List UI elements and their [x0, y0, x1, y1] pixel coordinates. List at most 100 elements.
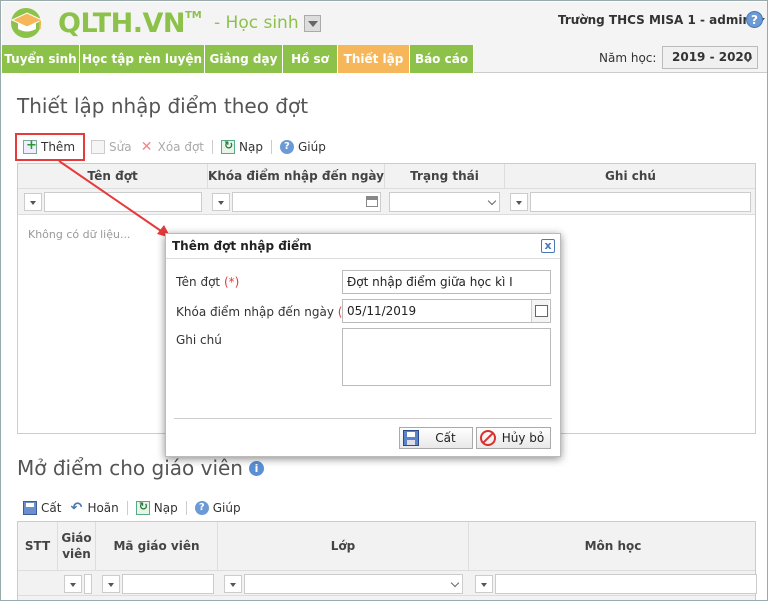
filter-status-select[interactable] [389, 192, 500, 212]
add-period-dialog: Thêm đợt nhập điểm x Tên đợt (*) Đợt nhậ… [165, 233, 561, 457]
cancel-label: Hủy bỏ [501, 431, 545, 445]
save-button[interactable]: Cất [19, 497, 65, 519]
filter-operator-button[interactable] [102, 575, 120, 593]
toolbar-teachers: Cất ↶ Hoãn Nạp ? Giúp [19, 497, 245, 519]
empty-message: Không có dữ liệu... [28, 228, 131, 241]
user-menu[interactable]: Trường THCS MISA 1 - admin [558, 13, 766, 27]
filter-input[interactable] [495, 574, 757, 594]
reload-icon [135, 500, 150, 515]
delete-button[interactable]: ✕ Xóa đợt [136, 136, 208, 158]
toolbar-divider [212, 140, 213, 154]
app-window: QLTH.VN TM - Học sinh Trường THCS MISA 1… [0, 0, 768, 601]
filter-operator-button[interactable] [24, 193, 42, 211]
period-name-label: Tên đợt (*) [176, 275, 239, 289]
filter-class-select[interactable] [244, 574, 463, 594]
nav-item-tuyen-sinh[interactable]: Tuyển sinh [2, 45, 80, 73]
edit-button[interactable]: Sửa [87, 136, 136, 158]
highlight-annotation [15, 133, 85, 161]
lock-date-label-text: Khóa điểm nhập đến ngày [176, 305, 334, 319]
filter-operator-button[interactable] [475, 575, 493, 593]
filter-row [18, 189, 755, 215]
dialog-title-text: Thêm đợt nhập điểm [172, 239, 312, 253]
page-title: Thiết lập nhập điểm theo đợt [17, 94, 309, 118]
chevron-down-icon[interactable] [303, 14, 321, 32]
column-header[interactable]: Giáo viên [58, 522, 96, 570]
calendar-icon[interactable] [366, 196, 378, 207]
nav-item-thiet-lap[interactable]: Thiết lập [338, 45, 410, 73]
note-textarea[interactable] [342, 328, 551, 386]
undo-button[interactable]: ↶ Hoãn [65, 497, 122, 519]
filter-input[interactable] [84, 574, 92, 594]
nav-item-giang-day[interactable]: Giảng dạy [205, 45, 283, 73]
main-nav: Tuyển sinh Học tập rèn luyện Giảng dạy H… [2, 44, 767, 73]
toolbar-divider [270, 140, 272, 154]
lock-date-value: 05/11/2019 [347, 304, 417, 318]
undo-icon: ↶ [70, 500, 83, 516]
calendar-icon[interactable] [531, 300, 549, 322]
school-year-select[interactable]: 2019 - 2020 [662, 46, 758, 69]
column-header[interactable]: STT [18, 522, 58, 570]
toolbar-divider [185, 501, 187, 515]
chevron-down-icon [450, 578, 460, 588]
year-label: Năm học: [599, 51, 657, 65]
section-title: Mở điểm cho giáo viên i [17, 456, 264, 480]
reload-label: Nạp [153, 501, 178, 515]
module-selector[interactable]: - Học sinh [214, 13, 321, 33]
teachers-grid: STT Giáo viên Mã giáo viên Lớp Môn học [17, 521, 757, 600]
period-name-label-text: Tên đợt [176, 275, 221, 289]
nav-item-ho-so[interactable]: Hồ sơ [283, 45, 338, 73]
delete-label: Xóa đợt [157, 140, 204, 154]
help-icon[interactable]: ? [746, 11, 763, 28]
column-header[interactable]: Tên đợt [18, 164, 208, 189]
filter-operator-button[interactable] [212, 193, 230, 211]
lock-date-label: Khóa điểm nhập đến ngày (*) [176, 305, 353, 319]
help-button[interactable]: ? Giúp [191, 497, 245, 519]
period-name-field[interactable]: Đợt nhập điểm giữa học kì I [342, 270, 551, 294]
grid-header: Tên đợt Khóa điểm nhập đến ngày Trạng th… [18, 164, 755, 189]
save-label: Cất [41, 501, 62, 515]
school-user-label: Trường THCS MISA 1 - admin [558, 13, 752, 27]
column-header[interactable]: Khóa điểm nhập đến ngày [208, 164, 385, 189]
column-header[interactable]: Trạng thái [385, 164, 505, 189]
filter-operator-button[interactable] [224, 575, 242, 593]
reload-button[interactable]: Nạp [217, 136, 267, 158]
save-button[interactable]: Cất [399, 427, 473, 449]
filter-input[interactable] [122, 574, 214, 594]
toolbar-divider [126, 501, 128, 515]
trademark-mark: TM [184, 9, 202, 21]
filter-input[interactable] [44, 192, 202, 212]
help-icon: ? [194, 501, 209, 515]
close-icon[interactable]: x [541, 239, 555, 253]
required-mark: (*) [223, 275, 240, 289]
filter-date-input[interactable] [232, 192, 381, 212]
nav-item-bao-cao[interactable]: Báo cáo [410, 45, 474, 73]
cancel-button[interactable]: Hủy bỏ [476, 427, 551, 449]
column-header[interactable]: Môn học [469, 522, 757, 570]
delete-icon: ✕ [140, 139, 153, 155]
filter-input[interactable] [530, 192, 751, 212]
logo-text: QLTH.VN [58, 7, 185, 39]
filter-operator-button[interactable] [64, 575, 82, 593]
column-header[interactable]: Ghi chú [505, 164, 756, 189]
reload-icon [221, 139, 235, 154]
save-label: Cất [435, 431, 456, 445]
filter-row [18, 570, 757, 596]
logo[interactable]: QLTH.VN TM [6, 5, 202, 41]
module-label: - Học sinh [214, 13, 299, 33]
dialog-title: Thêm đợt nhập điểm [166, 234, 560, 259]
dialog-divider [174, 418, 552, 419]
column-header[interactable]: Mã giáo viên [96, 522, 218, 570]
note-label: Ghi chú [176, 333, 222, 347]
chevron-down-icon [487, 196, 497, 206]
help-icon: ? [279, 140, 294, 154]
reload-button[interactable]: Nạp [132, 497, 182, 519]
nav-item-hoc-tap[interactable]: Học tập rèn luyện [80, 45, 205, 73]
help-button[interactable]: ? Giúp [276, 136, 330, 158]
lock-date-field[interactable]: 05/11/2019 [342, 299, 551, 323]
header-bar: QLTH.VN TM - Học sinh Trường THCS MISA 1… [2, 2, 767, 44]
filter-operator-button[interactable] [510, 193, 528, 211]
graduation-cap-icon [10, 8, 44, 38]
column-header[interactable]: Lớp [218, 522, 469, 570]
info-icon[interactable]: i [249, 460, 264, 476]
reload-label: Nạp [239, 140, 263, 154]
